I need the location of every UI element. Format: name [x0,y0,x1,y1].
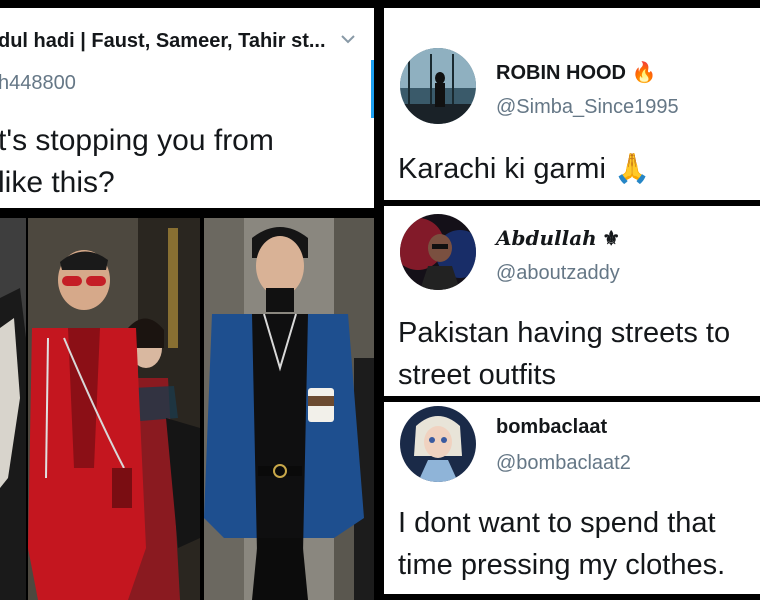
tweet-author-name[interactable]: ROBIN HOOD 🔥 [496,60,656,85]
quoted-tweet-card[interactable]: dul hadi | Faust, Sameer, Tahir st... h4… [0,8,374,208]
avatar[interactable] [400,406,476,482]
tweet-text: Karachi ki garmi 🙏 [398,153,651,185]
tweet-text: t's stopping you from like this? [0,124,274,199]
fire-icon: 🔥 [631,62,657,84]
chevron-down-icon[interactable] [340,32,356,50]
tweet-card[interactable]: Abdullah ⚜ @aboutzaddy Pakistan having s… [384,206,760,396]
scroll-indicator [371,60,374,118]
red-outfit-photo[interactable] [28,218,200,600]
tweet-text: I dont want to spend that time pressing … [398,507,726,581]
tweet-author-name[interactable]: bombaclaat [496,416,607,439]
tweet-author-handle[interactable]: @aboutzaddy [496,262,620,285]
tweet-author-handle[interactable]: @bombaclaat2 [496,452,631,475]
tweet-author-name[interactable]: Abdullah ⚜ [496,226,620,251]
tweet-author-name[interactable]: dul hadi | Faust, Sameer, Tahir st... [0,30,326,53]
tweet-card[interactable]: ROBIN HOOD 🔥 @Simba_Since1995 Karachi ki… [384,8,760,200]
avatar[interactable] [400,48,476,124]
tweet-author-handle[interactable]: h448800 [0,72,76,95]
fleur-de-lis-icon: ⚜ [602,228,621,250]
avatar[interactable] [400,214,476,290]
tweet-author-handle[interactable]: @Simba_Since1995 [496,96,679,119]
blue-blazer-photo[interactable] [204,218,374,600]
tweet-text: Pakistan having streets to street outfit… [398,317,731,391]
tweet-card[interactable]: bombaclaat @bombaclaat2 I dont want to s… [384,402,760,594]
street-fashion-photo[interactable] [0,218,26,600]
